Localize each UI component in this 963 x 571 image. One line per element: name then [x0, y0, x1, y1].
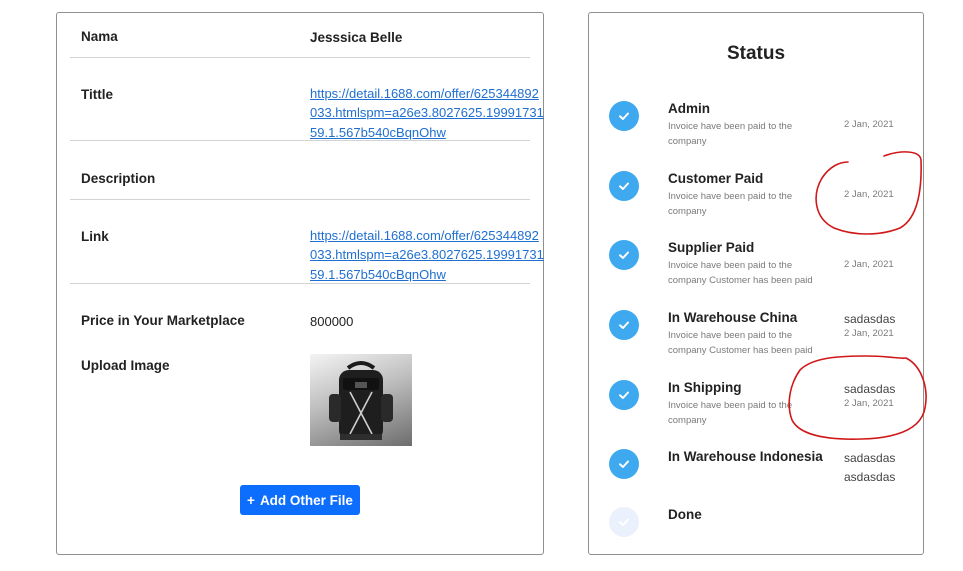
check-circle-icon — [609, 380, 639, 410]
check-circle-icon — [609, 101, 639, 131]
step-description: Invoice have been paid to the company — [668, 191, 793, 217]
product-link[interactable]: https://detail.1688.com/offer/6253448920… — [310, 226, 546, 284]
description-label: Description — [81, 171, 156, 186]
step-note: sadasdas — [844, 312, 896, 326]
status-step: Supplier Paid Invoice have been paid to … — [589, 237, 925, 297]
status-step: Done — [589, 504, 925, 564]
step-name: In Shipping — [668, 380, 742, 395]
check-circle-icon — [609, 310, 639, 340]
step-name: Customer Paid — [668, 171, 764, 186]
step-date: 2 Jan, 2021 — [844, 259, 894, 270]
status-step: In Warehouse Indonesia sadasdas asdasdas — [589, 446, 925, 506]
check-circle-icon — [609, 507, 639, 537]
step-description: Invoice have been paid to the company — [668, 121, 793, 147]
backpack-image — [329, 361, 393, 440]
divider — [70, 140, 530, 141]
step-date: 2 Jan, 2021 — [844, 189, 894, 200]
step-name: In Warehouse Indonesia — [668, 449, 823, 464]
price-value: 800000 — [310, 314, 354, 329]
step-description: Invoice have been paid to the company — [668, 400, 793, 426]
check-circle-icon — [609, 240, 639, 270]
product-detail-card: Nama Jesssica Belle Tittle https://detai… — [56, 12, 544, 555]
status-step: Admin Invoice have been paid to the comp… — [589, 98, 925, 158]
step-name: In Warehouse China — [668, 310, 798, 325]
status-card: Status Admin Invoice have been paid to t… — [588, 12, 924, 555]
step-note: sadasdas — [844, 451, 896, 465]
link-label: Link — [81, 229, 109, 244]
status-step: Customer Paid Invoice have been paid to … — [589, 168, 925, 228]
step-date: 2 Jan, 2021 — [844, 119, 894, 130]
step-description: Invoice have been paid to the company Cu… — [668, 260, 813, 286]
step-name: Supplier Paid — [668, 240, 755, 255]
step-description: Invoice have been paid to the company Cu… — [668, 330, 813, 356]
add-other-file-button[interactable]: + Add Other File — [240, 485, 360, 515]
status-title: Status — [726, 43, 786, 64]
name-value: Jesssica Belle — [310, 30, 403, 45]
upload-label: Upload Image — [81, 358, 170, 373]
name-label: Nama — [81, 29, 118, 44]
plus-icon: + — [247, 492, 255, 508]
step-name: Done — [668, 507, 702, 522]
check-circle-icon — [609, 449, 639, 479]
check-circle-icon — [609, 171, 639, 201]
step-note: sadasdas — [844, 382, 896, 396]
divider — [70, 199, 530, 200]
title-label: Tittle — [81, 87, 114, 102]
step-name: Admin — [668, 101, 710, 116]
add-other-file-label: Add Other File — [259, 492, 353, 508]
step-date: 2 Jan, 2021 — [844, 328, 894, 339]
divider — [70, 57, 530, 58]
status-step: In Warehouse China Invoice have been pai… — [589, 307, 925, 367]
title-link[interactable]: https://detail.1688.com/offer/6253448920… — [310, 84, 546, 142]
step-date: 2 Jan, 2021 — [844, 398, 894, 409]
status-step: In Shipping Invoice have been paid to th… — [589, 377, 925, 437]
product-image-thumbnail[interactable] — [310, 354, 412, 446]
divider — [70, 283, 530, 284]
price-label: Price in Your Marketplace — [81, 313, 245, 328]
step-note-2: asdasdas — [844, 470, 896, 484]
